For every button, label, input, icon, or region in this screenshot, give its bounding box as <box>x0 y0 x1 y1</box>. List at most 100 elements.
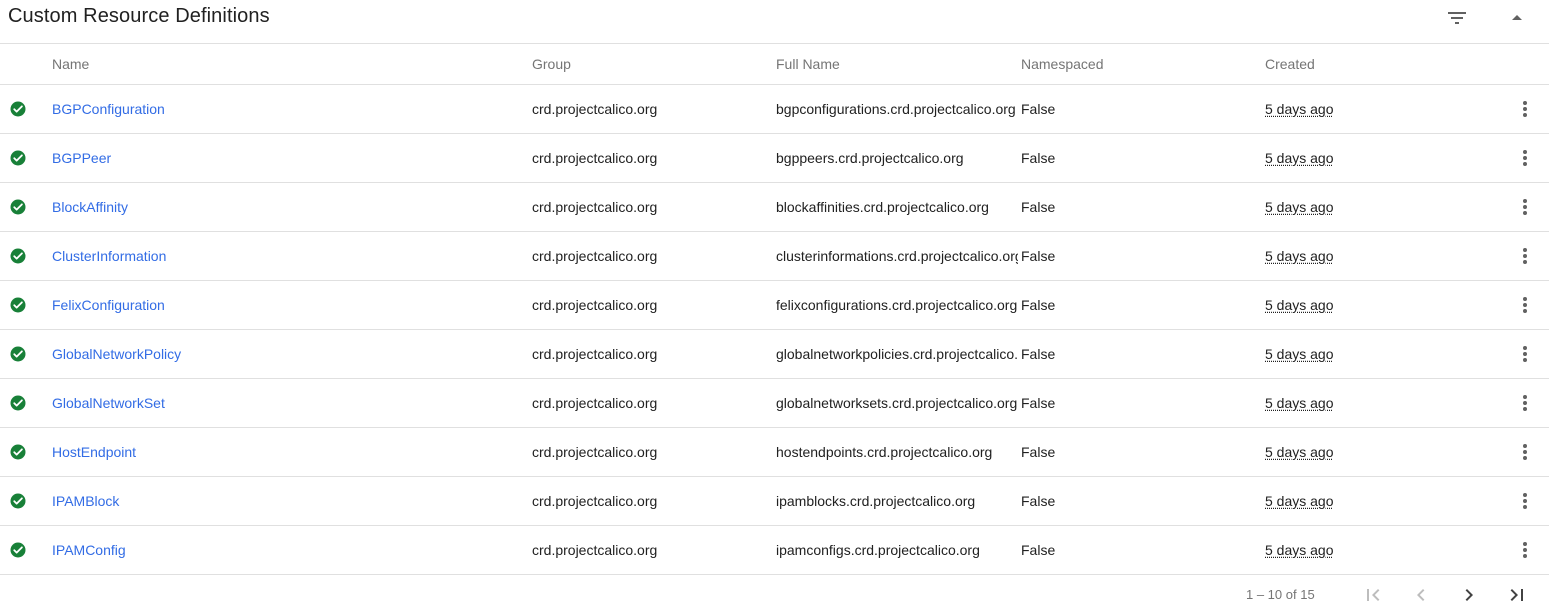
check-circle-icon <box>10 395 26 411</box>
table-row: BGPPeer crd.projectcalico.org bgppeers.crd… <box>0 134 1549 183</box>
first-page-button[interactable] <box>1361 583 1385 607</box>
crd-created: 5 days ago <box>1265 248 1334 264</box>
crd-created: 5 days ago <box>1265 346 1334 362</box>
check-circle-icon <box>10 297 26 313</box>
collapse-button[interactable] <box>1497 0 1537 36</box>
row-actions-button[interactable] <box>1513 538 1537 562</box>
crd-namespaced: False <box>1021 248 1056 264</box>
crd-full-name: felixconfigurations.crd.projectcalico.or… <box>776 297 1018 313</box>
crd-name-link[interactable]: HostEndpoint <box>52 444 136 460</box>
table-header: Name Group Full Name Namespaced Created <box>0 45 1549 85</box>
page-range-label: 1 – 10 of 15 <box>1246 587 1315 602</box>
crd-namespaced: False <box>1021 199 1056 215</box>
more-vert-icon <box>1523 493 1527 509</box>
row-actions-button[interactable] <box>1513 195 1537 219</box>
table-row: GlobalNetworkSet crd.projectcalico.org glo… <box>0 379 1549 428</box>
expand-less-icon <box>1512 15 1522 20</box>
crd-name-link[interactable]: IPAMBlock <box>52 493 119 509</box>
row-actions-button[interactable] <box>1513 244 1537 268</box>
crd-name-link[interactable]: BGPPeer <box>52 150 111 166</box>
crd-group: crd.projectcalico.org <box>532 444 658 460</box>
more-vert-icon <box>1523 542 1527 558</box>
column-header-full-name: Full Name <box>776 56 840 72</box>
crd-namespaced: False <box>1021 395 1056 411</box>
crd-name-link[interactable]: BGPConfiguration <box>52 101 165 117</box>
more-vert-icon <box>1523 297 1527 313</box>
crd-name-link[interactable]: BlockAffinity <box>52 199 128 215</box>
row-actions-button[interactable] <box>1513 146 1537 170</box>
crd-created: 5 days ago <box>1265 297 1334 313</box>
previous-page-button[interactable] <box>1409 583 1433 607</box>
crd-group: crd.projectcalico.org <box>532 199 658 215</box>
column-header-group: Group <box>532 56 571 72</box>
chevron-right-icon <box>1465 589 1473 601</box>
last-page-button[interactable] <box>1505 583 1529 607</box>
crd-full-name: bgpconfigurations.crd.projectcalico.org <box>776 101 1016 117</box>
card-title: Custom Resource Definitions <box>8 5 270 27</box>
table-row: ClusterInformation crd.projectcalico.org c… <box>0 232 1549 281</box>
check-circle-icon <box>10 346 26 362</box>
crd-full-name: blockaffinities.crd.projectcalico.org <box>776 199 989 215</box>
table-row: GlobalNetworkPolicy crd.projectcalico.org… <box>0 330 1549 379</box>
crd-created: 5 days ago <box>1265 542 1334 558</box>
column-header-name[interactable]: Name <box>52 56 89 72</box>
more-vert-icon <box>1523 101 1527 117</box>
crd-name-link[interactable]: GlobalNetworkPolicy <box>52 346 181 362</box>
crd-created: 5 days ago <box>1265 199 1334 215</box>
row-actions-button[interactable] <box>1513 97 1537 121</box>
crd-group: crd.projectcalico.org <box>532 248 658 264</box>
row-actions-button[interactable] <box>1513 489 1537 513</box>
crd-name-link[interactable]: IPAMConfig <box>52 542 126 558</box>
table-row: IPAMBlock crd.projectcalico.org ipamblocks… <box>0 477 1549 526</box>
next-page-button[interactable] <box>1457 583 1481 607</box>
card-header: Custom Resource Definitions <box>0 0 1549 44</box>
check-circle-icon <box>10 101 26 117</box>
row-actions-button[interactable] <box>1513 391 1537 415</box>
table-row: IPAMConfig crd.projectcalico.org ipamconfi… <box>0 526 1549 575</box>
column-header-namespaced: Namespaced <box>1021 56 1104 72</box>
crd-name-link[interactable]: GlobalNetworkSet <box>52 395 165 411</box>
crd-namespaced: False <box>1021 101 1056 117</box>
filter-button[interactable] <box>1437 0 1477 36</box>
filter-list-icon <box>1448 12 1466 24</box>
crd-name-link[interactable]: FelixConfiguration <box>52 297 165 313</box>
crd-group: crd.projectcalico.org <box>532 150 658 166</box>
crd-created: 5 days ago <box>1265 493 1334 509</box>
check-circle-icon <box>10 199 26 215</box>
check-circle-icon <box>10 542 26 558</box>
check-circle-icon <box>10 493 26 509</box>
crd-full-name: clusterinformations.crd.projectcalico.or… <box>776 248 1018 264</box>
more-vert-icon <box>1523 150 1527 166</box>
crd-group: crd.projectcalico.org <box>532 542 658 558</box>
row-actions-button[interactable] <box>1513 293 1537 317</box>
crd-namespaced: False <box>1021 493 1056 509</box>
paginator: 1 – 10 of 15 <box>0 575 1549 614</box>
crd-full-name: bgppeers.crd.projectcalico.org <box>776 150 964 166</box>
crd-group: crd.projectcalico.org <box>532 493 658 509</box>
crd-full-name: globalnetworkpolicies.crd.projectcalico.… <box>776 346 1018 362</box>
row-actions-button[interactable] <box>1513 440 1537 464</box>
check-circle-icon <box>10 444 26 460</box>
more-vert-icon <box>1523 248 1527 264</box>
crd-namespaced: False <box>1021 542 1056 558</box>
crd-namespaced: False <box>1021 346 1056 362</box>
crd-namespaced: False <box>1021 150 1056 166</box>
more-vert-icon <box>1523 395 1527 411</box>
crd-full-name: globalnetworksets.crd.projectcalico.org <box>776 395 1018 411</box>
last-page-icon <box>1510 589 1523 601</box>
crd-group: crd.projectcalico.org <box>532 101 658 117</box>
column-header-created[interactable]: Created <box>1265 56 1315 72</box>
crd-created: 5 days ago <box>1265 101 1334 117</box>
crd-created: 5 days ago <box>1265 150 1334 166</box>
crd-full-name: ipamconfigs.crd.projectcalico.org <box>776 542 980 558</box>
crd-group: crd.projectcalico.org <box>532 395 658 411</box>
crd-namespaced: False <box>1021 297 1056 313</box>
more-vert-icon <box>1523 444 1527 460</box>
table-row: BlockAffinity crd.projectcalico.org blocka… <box>0 183 1549 232</box>
chevron-left-icon <box>1417 589 1425 601</box>
check-circle-icon <box>10 248 26 264</box>
crd-namespaced: False <box>1021 444 1056 460</box>
more-vert-icon <box>1523 199 1527 215</box>
crd-name-link[interactable]: ClusterInformation <box>52 248 166 264</box>
row-actions-button[interactable] <box>1513 342 1537 366</box>
